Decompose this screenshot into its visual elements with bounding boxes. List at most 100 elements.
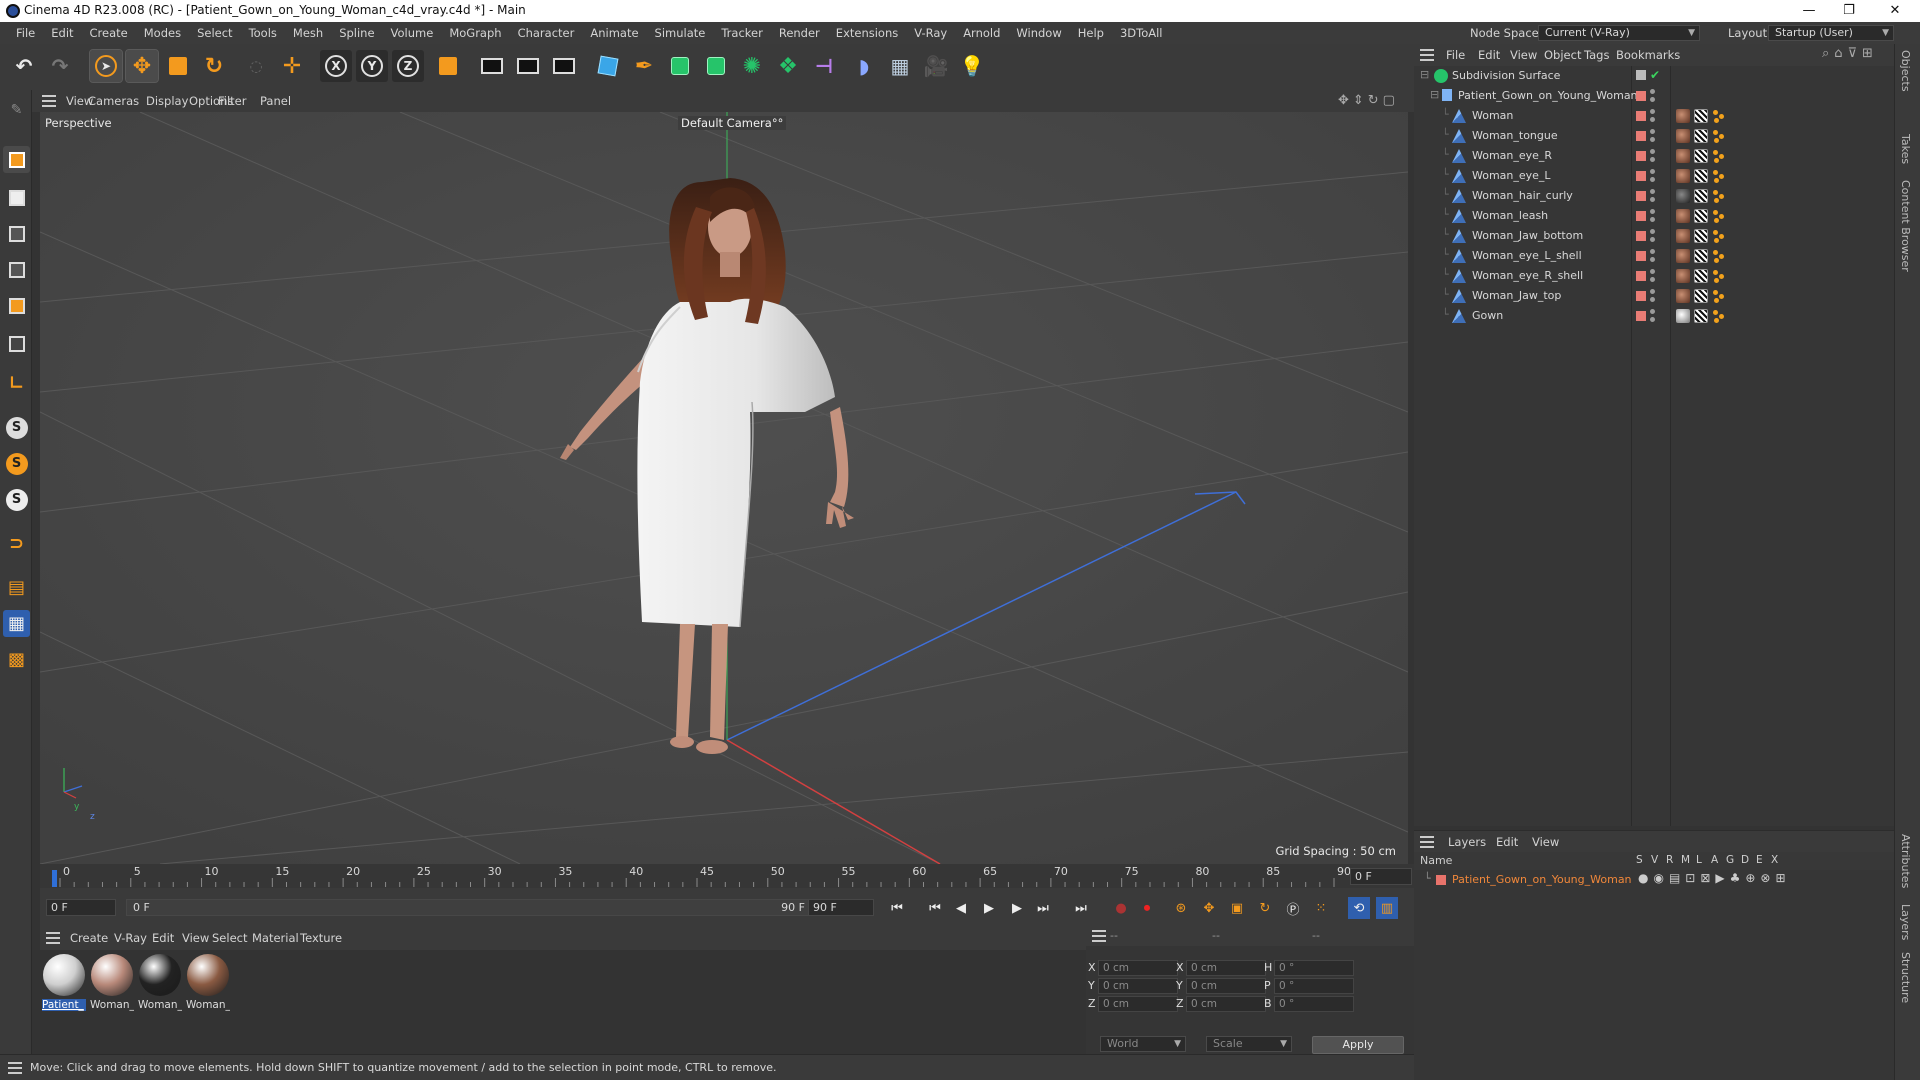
object-row[interactable]: └ Woman_hair_curly bbox=[1414, 186, 1894, 206]
menu-animate[interactable]: Animate bbox=[582, 22, 646, 44]
material-menu-material[interactable]: Material bbox=[252, 926, 299, 950]
object-menu-view[interactable]: View bbox=[1510, 44, 1537, 66]
planar-workplane-button[interactable]: ▩ bbox=[3, 646, 30, 673]
layer-row[interactable]: └ Patient_Gown_on_Young_Woman ●◉▤⊡⊠▶♣⊕⊗⊞ bbox=[1414, 870, 1894, 890]
scale-tool-button[interactable] bbox=[162, 50, 194, 82]
material-tag-icon[interactable] bbox=[1676, 249, 1690, 263]
hamburger-icon[interactable] bbox=[1420, 836, 1434, 848]
material-tag-icon[interactable] bbox=[1676, 309, 1690, 323]
coord-space-select[interactable]: World ▼ bbox=[1100, 1036, 1186, 1052]
field-button[interactable]: ◗ bbox=[848, 50, 880, 82]
camera-label[interactable]: Default Camera°° bbox=[678, 116, 787, 130]
move-tool-button[interactable]: ✥ bbox=[125, 49, 159, 83]
live-select-button[interactable]: ◌ bbox=[240, 50, 272, 82]
material-tag-icon[interactable] bbox=[1676, 289, 1690, 303]
light-button[interactable]: 💡 bbox=[956, 50, 988, 82]
uv-tag-icon[interactable] bbox=[1694, 309, 1708, 323]
workplane-snap-button[interactable]: S bbox=[3, 486, 30, 513]
vertex-map-tag-icon[interactable] bbox=[1712, 169, 1726, 183]
layer-flag-column[interactable]: V bbox=[1651, 854, 1658, 866]
visibility-dots[interactable] bbox=[1650, 289, 1655, 303]
node-space-select[interactable]: Current (V-Ray) ▼ bbox=[1538, 25, 1700, 41]
menu-character[interactable]: Character bbox=[510, 22, 583, 44]
snap-settings-button[interactable]: S bbox=[3, 450, 30, 477]
object-search-tools[interactable]: ⌕⌂⊽⊞ bbox=[1822, 46, 1878, 61]
coord-value-field[interactable]: 0 cm bbox=[1186, 996, 1266, 1012]
uv-tag-icon[interactable] bbox=[1694, 269, 1708, 283]
rotate-tool-button[interactable]: ↻ bbox=[198, 50, 230, 82]
visibility-dots[interactable] bbox=[1650, 209, 1655, 223]
material-tag-icon[interactable] bbox=[1676, 189, 1690, 203]
vertex-map-tag-icon[interactable] bbox=[1712, 209, 1726, 223]
side-tab-layers[interactable]: Layers bbox=[1899, 904, 1912, 940]
side-tab-takes[interactable]: Takes bbox=[1899, 134, 1912, 164]
next-frame-button[interactable]: ▶ bbox=[1006, 897, 1028, 919]
close-button[interactable]: ✕ bbox=[1872, 0, 1918, 22]
object-menu-bookmarks[interactable]: Bookmarks bbox=[1616, 44, 1680, 66]
x-axis-toggle[interactable]: X bbox=[320, 50, 352, 82]
menu-simulate[interactable]: Simulate bbox=[647, 22, 714, 44]
object-row[interactable]: └ Woman_Jaw_top bbox=[1414, 286, 1894, 306]
visibility-dots[interactable] bbox=[1650, 189, 1655, 203]
object-row[interactable]: └ Woman_eye_R bbox=[1414, 146, 1894, 166]
menu-select[interactable]: Select bbox=[189, 22, 240, 44]
menu-arnold[interactable]: Arnold bbox=[955, 22, 1008, 44]
layer-color-swatch[interactable] bbox=[1636, 111, 1646, 121]
visibility-dots[interactable] bbox=[1650, 129, 1655, 143]
hamburger-icon[interactable] bbox=[1420, 49, 1434, 61]
layer-flag-column[interactable]: R bbox=[1666, 854, 1673, 866]
redo-button[interactable]: ↷ bbox=[44, 50, 76, 82]
menu-window[interactable]: Window bbox=[1008, 22, 1069, 44]
transform-tool-button[interactable]: ✛ bbox=[276, 50, 308, 82]
hamburger-icon[interactable] bbox=[1092, 930, 1106, 942]
material-tag-icon[interactable] bbox=[1676, 169, 1690, 183]
coord-mode-select[interactable]: Scale ▼ bbox=[1206, 1036, 1292, 1052]
go-to-start-button[interactable]: ⏮ bbox=[886, 897, 908, 919]
key-rotation-button[interactable]: ↻ bbox=[1254, 897, 1276, 919]
viewport-menu-display[interactable]: Display bbox=[146, 90, 188, 112]
material-tag-icon[interactable] bbox=[1676, 229, 1690, 243]
object-menu-edit[interactable]: Edit bbox=[1478, 44, 1500, 66]
render-settings-button[interactable] bbox=[548, 50, 580, 82]
object-row-subdivision[interactable]: ⊟ Subdivision Surface ✔ bbox=[1414, 66, 1894, 86]
visibility-dots[interactable] bbox=[1650, 169, 1655, 183]
layer-flag-icons[interactable]: ●◉▤⊡⊠▶♣⊕⊗⊞ bbox=[1638, 871, 1791, 885]
vertex-map-tag-icon[interactable] bbox=[1712, 249, 1726, 263]
edges-mode-button[interactable] bbox=[3, 256, 30, 283]
object-row[interactable]: └ Woman_eye_L_shell bbox=[1414, 246, 1894, 266]
object-row[interactable]: └ Woman_eye_R_shell bbox=[1414, 266, 1894, 286]
prev-key-button[interactable]: ⏮ bbox=[924, 897, 946, 919]
key-pla-button[interactable]: ⁙ bbox=[1310, 897, 1332, 919]
uv-tag-icon[interactable] bbox=[1694, 209, 1708, 223]
floor-button[interactable]: ▦ bbox=[884, 50, 916, 82]
render-region-button[interactable] bbox=[476, 50, 508, 82]
material-tag-icon[interactable] bbox=[1676, 269, 1690, 283]
menu-mograph[interactable]: MoGraph bbox=[441, 22, 509, 44]
layer-color-swatch[interactable] bbox=[1636, 291, 1646, 301]
start-frame-field[interactable]: 0 F bbox=[46, 899, 116, 916]
points-mode-button[interactable] bbox=[3, 220, 30, 247]
checkmark-icon[interactable]: ✔ bbox=[1650, 68, 1660, 82]
layer-flag-column[interactable]: A bbox=[1711, 854, 1718, 866]
playhead-marker[interactable] bbox=[52, 870, 57, 887]
material-tag-icon[interactable] bbox=[1676, 149, 1690, 163]
object-menu-file[interactable]: File bbox=[1446, 44, 1465, 66]
uv-mode-button[interactable] bbox=[3, 330, 30, 357]
material-item[interactable]: Woman_ bbox=[186, 954, 230, 1016]
workplane-button[interactable]: ▤ bbox=[3, 574, 30, 601]
layer-menu-edit[interactable]: Edit bbox=[1496, 831, 1518, 853]
apply-button[interactable]: Apply bbox=[1312, 1036, 1404, 1054]
coordinate-system-button[interactable] bbox=[432, 50, 464, 82]
camera-button[interactable]: 🎥 bbox=[920, 50, 952, 82]
layer-color-swatch[interactable] bbox=[1636, 191, 1646, 201]
record-keys-button[interactable]: ● bbox=[1110, 897, 1132, 919]
menu-mesh[interactable]: Mesh bbox=[285, 22, 331, 44]
material-item[interactable]: Patient_ bbox=[42, 954, 86, 1016]
side-tab-objects[interactable]: Objects bbox=[1899, 50, 1912, 92]
visibility-dots[interactable] bbox=[1650, 249, 1655, 263]
visibility-dots[interactable] bbox=[1650, 149, 1655, 163]
end-frame-field[interactable]: 90 F bbox=[808, 899, 874, 916]
axis-mode-button[interactable]: ∟ bbox=[3, 370, 30, 397]
layer-flag-column[interactable]: D bbox=[1741, 854, 1749, 866]
material-menu-view[interactable]: View bbox=[182, 926, 209, 950]
